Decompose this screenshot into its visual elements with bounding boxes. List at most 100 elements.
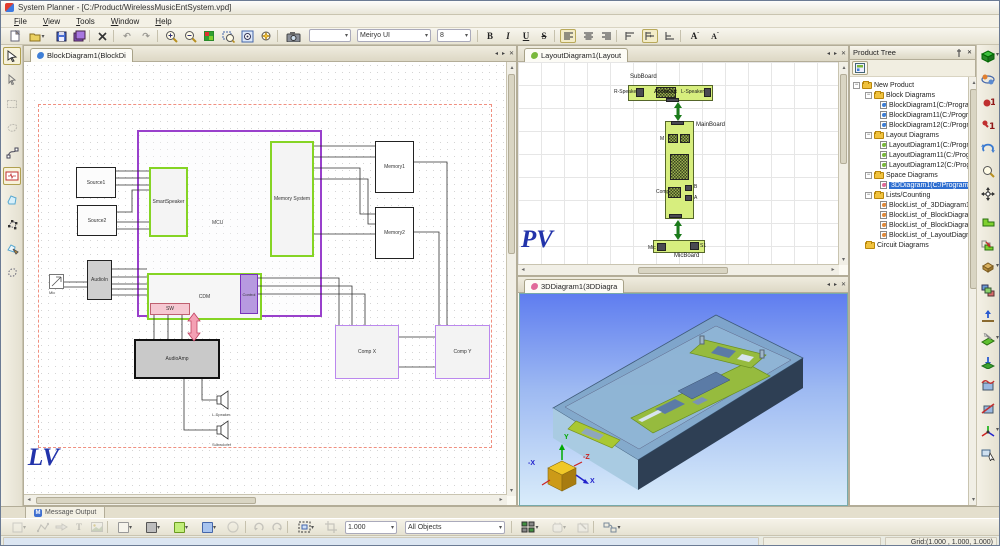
zoom-fit-button[interactable] [201, 29, 217, 43]
zoom-dynamic-button[interactable] [258, 29, 274, 43]
route-wire-button[interactable] [979, 376, 997, 394]
tab-close-icon[interactable]: ✕ [841, 50, 846, 57]
font-size-combo[interactable]: 8▾ [437, 29, 471, 42]
polygon-tool[interactable] [3, 191, 21, 209]
panel-close-icon[interactable]: ✕ [967, 49, 972, 56]
open-button[interactable]: ▾ [25, 29, 49, 43]
tree-item-lists-counting[interactable]: −Lists/Counting [850, 190, 930, 200]
tab-layout-diagram[interactable]: LayoutDiagram1(Layout [524, 48, 628, 62]
valign-middle-button[interactable] [642, 29, 658, 43]
tree-item-blockdiagram12[interactable]: BlockDiagram12(C:/Progra [850, 120, 968, 130]
menu-help[interactable]: Help [148, 16, 178, 27]
select-region-button[interactable]: ▾ [293, 520, 319, 534]
tree-item-blocklist-3d[interactable]: BlockList_of_3DDiagram1(C [850, 200, 968, 210]
tab-scroll-right-icon[interactable]: ▸ [834, 281, 837, 288]
tree-item-blocklist-layout[interactable]: BlockList_of_LayoutDiagram [850, 230, 968, 240]
edit-properties-button[interactable] [575, 520, 591, 534]
font-increase-button[interactable]: Aˆ [686, 29, 704, 43]
snapshot-button[interactable] [283, 29, 303, 43]
tree-item-blockdiagram11[interactable]: BlockDiagram11(C:/Progra [850, 110, 968, 120]
tab-block-diagram[interactable]: BlockDiagram1(BlockDi [30, 48, 133, 62]
board-box-button[interactable]: ▾ [979, 258, 997, 276]
arrow-tool[interactable] [53, 520, 69, 534]
place-caret-icon[interactable]: ▾ [996, 334, 999, 341]
tab-close-icon[interactable]: ✕ [509, 50, 514, 57]
zoom-out-one-button[interactable]: 1 [979, 116, 997, 134]
layout-vscrollbar[interactable]: ▾ ▾ [838, 62, 848, 265]
lasso-select-tool[interactable] [3, 119, 21, 137]
zoom-in-button[interactable] [163, 29, 179, 43]
tree-item-layoutdiagram1[interactable]: LayoutDiagram1(C:/Progra [850, 140, 968, 150]
rectangle-tool[interactable]: ▾ [7, 520, 31, 534]
expander-icon[interactable]: − [865, 132, 872, 139]
italic-button[interactable]: I [500, 29, 516, 43]
menu-tools[interactable]: Tools [69, 16, 102, 27]
zoom-window-button[interactable] [220, 29, 236, 43]
zoom-out-button[interactable] [182, 29, 198, 43]
save-button[interactable] [53, 29, 69, 43]
select-tool[interactable] [3, 47, 21, 65]
direct-select-tool[interactable] [3, 71, 21, 89]
tree-item-blocklist-block2[interactable]: BlockList_of_BlockDiagram1 [850, 220, 968, 230]
tree-view-button[interactable] [852, 61, 868, 75]
image-tool[interactable] [89, 520, 105, 534]
view-orientation-button[interactable]: ▾ [979, 47, 997, 65]
block-vscrollbar[interactable]: ▾ ▾ [506, 62, 516, 496]
copy-shape-button[interactable] [979, 235, 997, 253]
fill-green-swatch[interactable]: ▾ [169, 520, 193, 534]
node-select-tool[interactable] [3, 215, 21, 233]
group-objects-button[interactable] [979, 281, 997, 299]
node-edit-tool[interactable] [3, 143, 21, 161]
menu-file[interactable]: File [7, 16, 34, 27]
tree-item-3ddiagram1-selected[interactable]: 3DDiagram1(C:/ProgramDa [850, 180, 968, 190]
new-document-button[interactable] [7, 29, 23, 43]
open-caret-icon[interactable]: ▾ [41, 33, 44, 40]
layout-hscrollbar[interactable]: ◂ ▸ [518, 264, 839, 275]
polyline-tool[interactable] [35, 520, 51, 534]
tree-item-layoutdiagram12[interactable]: LayoutDiagram12(C:/Progr [850, 160, 968, 170]
audio-block-tool[interactable] [3, 167, 21, 185]
place-on-board-button[interactable]: ▾ [979, 330, 997, 348]
block-hscrollbar[interactable]: ◂ ▸ [24, 494, 507, 505]
find-object-button[interactable] [979, 162, 997, 180]
link-objects-button[interactable]: ▾ [599, 520, 625, 534]
fill-none-swatch[interactable]: ▾ [113, 520, 137, 534]
expander-icon[interactable]: − [865, 172, 872, 179]
tab-scroll-left-icon[interactable]: ◂ [495, 50, 498, 57]
fill-gray-swatch[interactable]: ▾ [141, 520, 165, 534]
rect-select-tool[interactable] [3, 95, 21, 113]
area-shape-button[interactable] [979, 212, 997, 230]
expander-icon[interactable]: − [865, 92, 872, 99]
strikethrough-button[interactable]: S [536, 29, 552, 43]
redo-button[interactable]: ↷ [138, 29, 154, 43]
align-left-button[interactable] [560, 29, 576, 43]
menu-view[interactable]: View [36, 16, 67, 27]
axis-view-button[interactable]: ▾ [979, 422, 997, 440]
view-caret-icon[interactable]: ▾ [996, 51, 999, 58]
tab-scroll-right-icon[interactable]: ▸ [834, 50, 837, 57]
tree-item-block-diagrams[interactable]: −Block Diagrams [850, 90, 935, 100]
undo-button[interactable]: ↶ [119, 29, 135, 43]
tab-close-icon[interactable]: ✕ [841, 281, 846, 288]
cross-section-button[interactable] [979, 399, 997, 417]
object-filter-combo[interactable]: All Objects▾ [405, 521, 505, 534]
delete-button[interactable] [94, 29, 110, 43]
tree-item-layoutdiagram11[interactable]: LayoutDiagram11(C:/Progr [850, 150, 968, 160]
layout-canvas[interactable]: SubBoard R-Speaker AudioOut L-Speaker Ma… [518, 62, 840, 265]
text-tool[interactable]: T [71, 520, 87, 534]
zoom-extents-button[interactable] [239, 29, 255, 43]
fill-blue-swatch[interactable]: ▾ [197, 520, 221, 534]
tree-item-blocklist-block1[interactable]: BlockList_of_BlockDiagram1 [850, 210, 968, 220]
style-combo[interactable]: ▾ [309, 29, 351, 42]
valign-top-button[interactable] [622, 29, 638, 43]
tab-scroll-left-icon[interactable]: ◂ [827, 281, 830, 288]
menu-window[interactable]: Window [104, 16, 146, 27]
tree-item-space-diagrams[interactable]: −Space Diagrams [850, 170, 938, 180]
tab-scroll-right-icon[interactable]: ▸ [502, 50, 505, 57]
component-view-button[interactable]: ▾ [547, 520, 571, 534]
valign-bottom-button[interactable] [662, 29, 678, 43]
pick-object-button[interactable] [979, 445, 997, 463]
align-right-button[interactable] [598, 29, 614, 43]
shape-edit-tool[interactable] [3, 239, 21, 257]
rotate-cw-button[interactable] [269, 520, 285, 534]
